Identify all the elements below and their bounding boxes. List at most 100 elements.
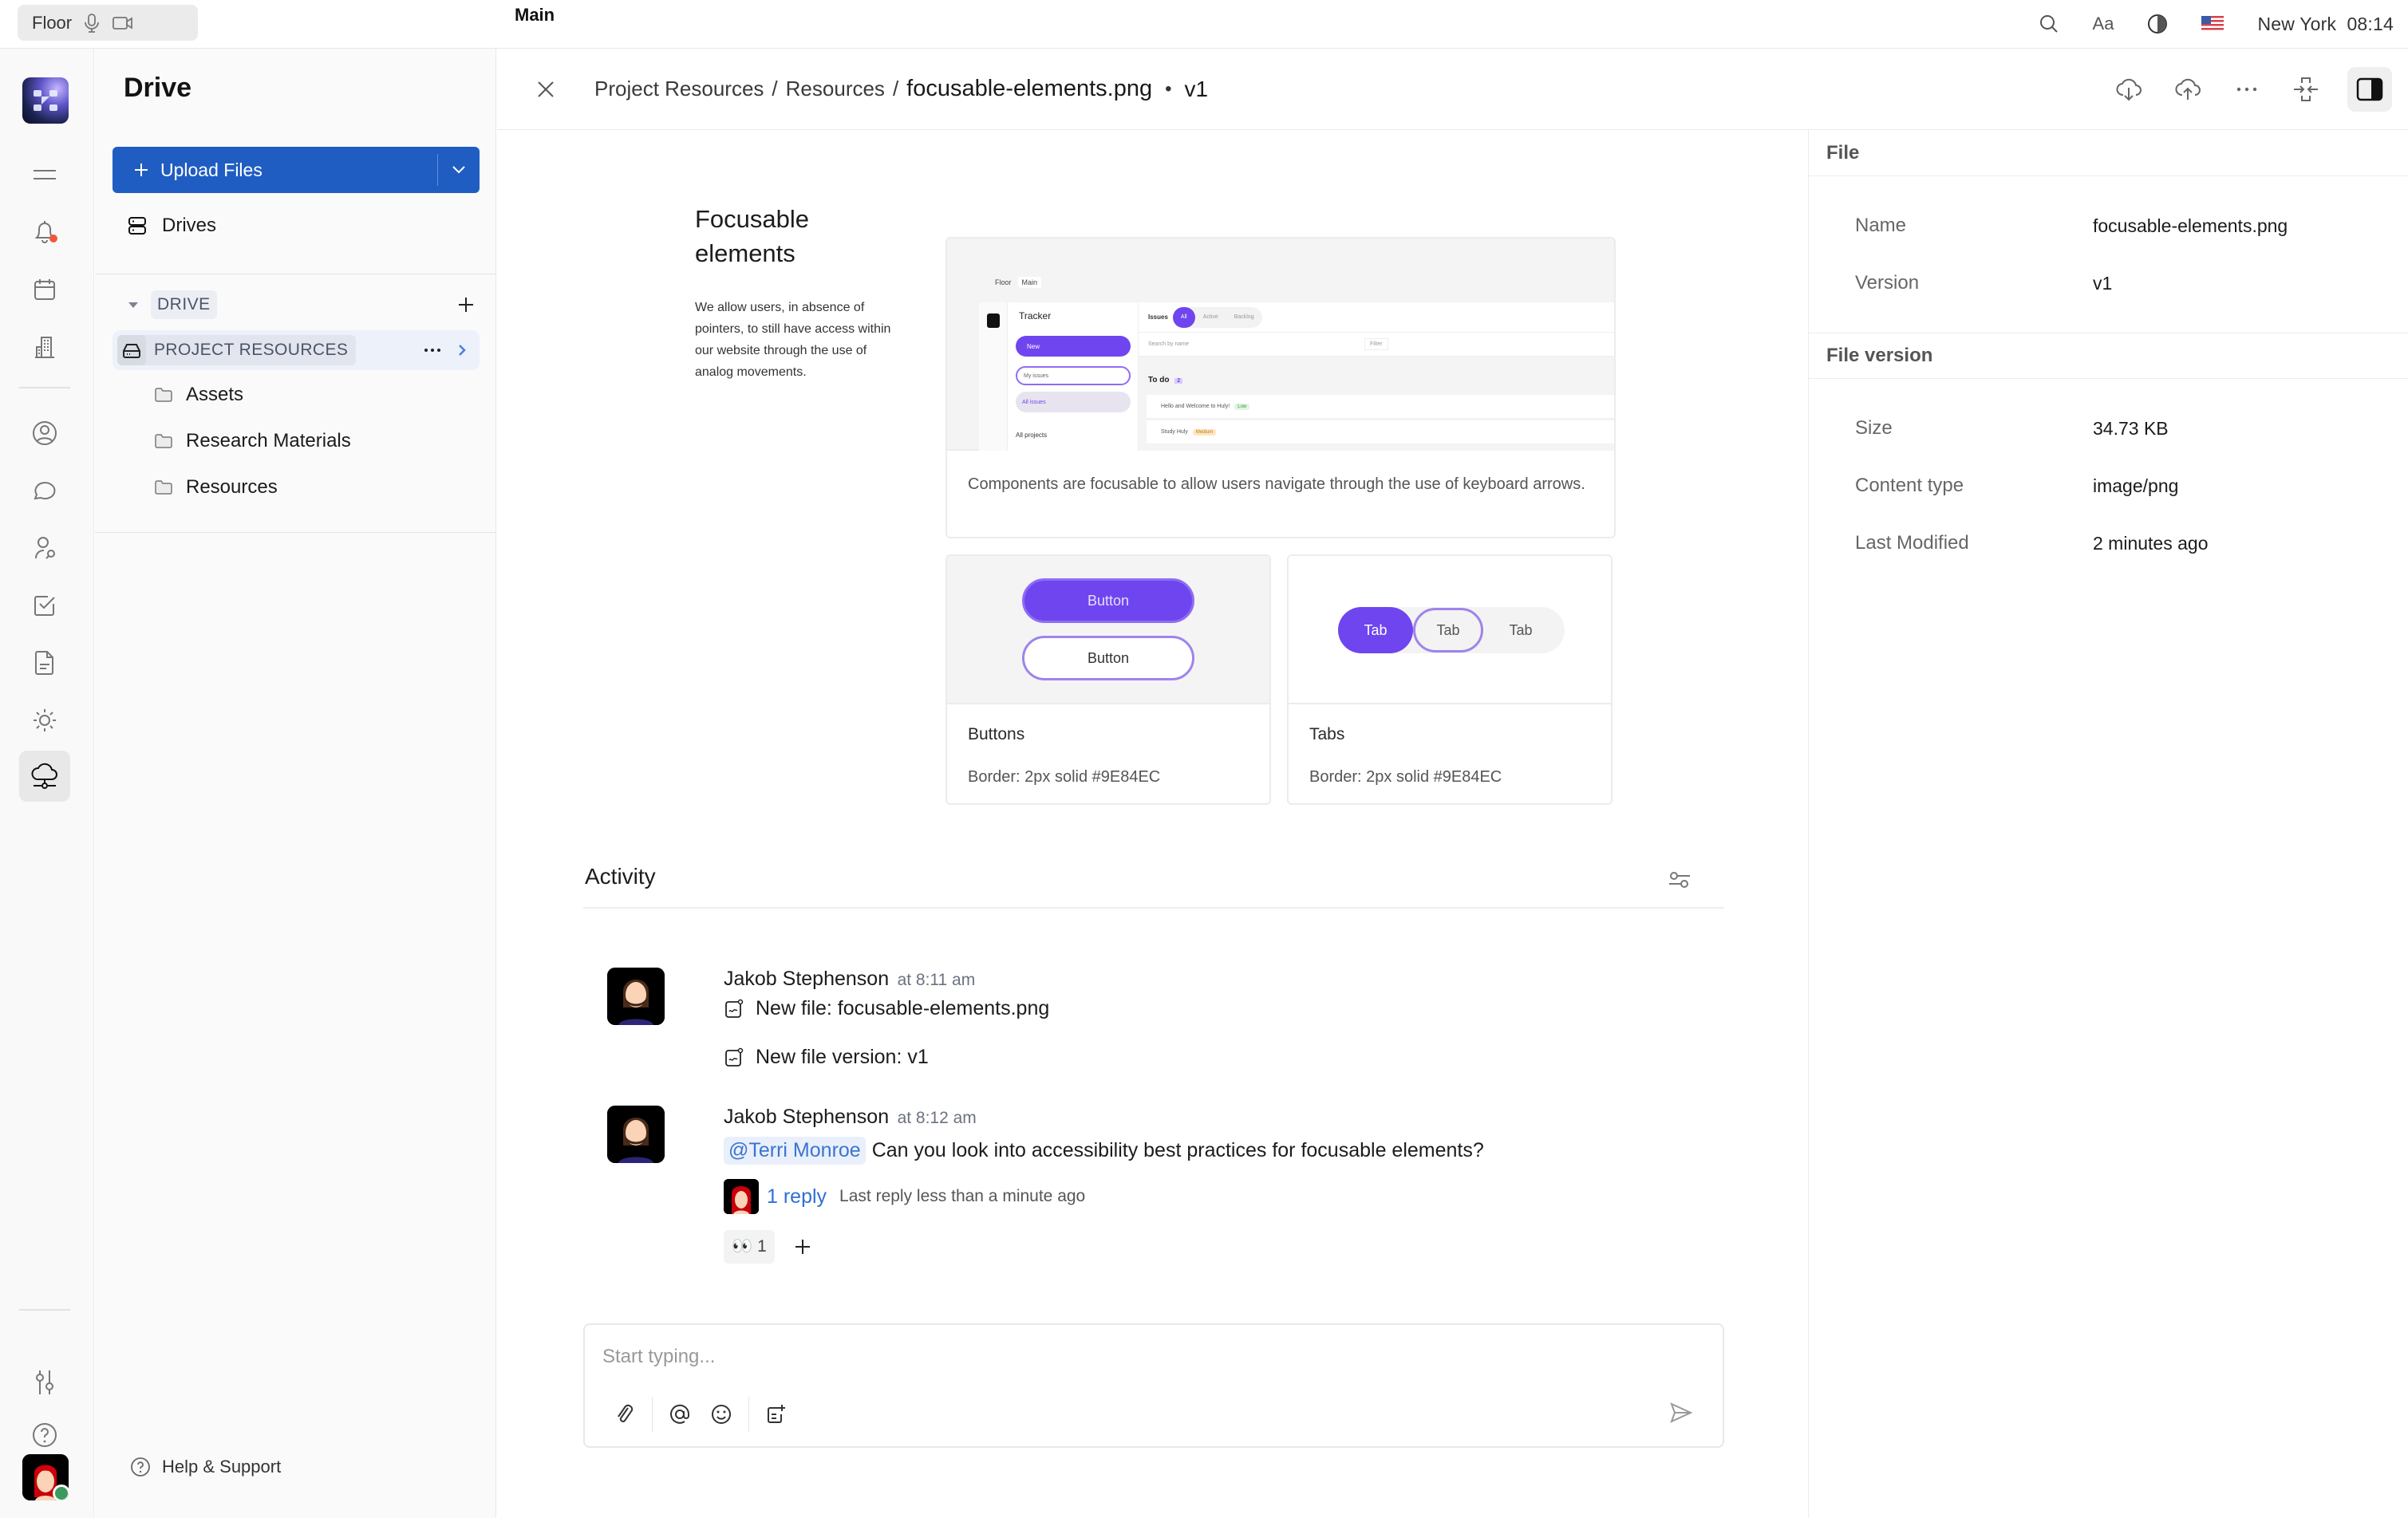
- reaction-count: 1: [757, 1237, 767, 1256]
- buttons-demo: Button Button: [947, 556, 1269, 704]
- breadcrumb-resources[interactable]: Resources: [786, 77, 885, 101]
- message-body: Jakob Stephenson at 8:11 am New file: fo…: [724, 968, 1049, 1069]
- nav-item-drives[interactable]: Drives: [127, 215, 216, 237]
- last-reply-time: Last reply less than a minute ago: [839, 1187, 1086, 1205]
- folder-item[interactable]: Assets: [154, 384, 243, 406]
- rail-settings[interactable]: [19, 1357, 70, 1408]
- message-input[interactable]: [602, 1343, 1640, 1371]
- location-label: New York: [2257, 13, 2337, 34]
- drive-section-label[interactable]: DRIVE: [151, 290, 217, 319]
- download-button[interactable]: [2111, 72, 2146, 107]
- workspace-switcher[interactable]: Floor Main: [18, 5, 2408, 1474]
- file-version-label[interactable]: v1: [1185, 77, 1209, 102]
- send-icon: [1669, 1401, 1693, 1425]
- toolbar-divider: [748, 1397, 749, 1432]
- rail-contacts[interactable]: [19, 408, 70, 459]
- message-text: @Terri Monroe Can you look into accessib…: [724, 1137, 1484, 1165]
- rail-help[interactable]: [19, 1410, 70, 1461]
- event-text: New file: focusable-elements.png: [756, 997, 1050, 1019]
- user-mention[interactable]: @Terri Monroe: [724, 1137, 866, 1165]
- close-button[interactable]: [531, 74, 561, 104]
- file-preview-image[interactable]: Focusable elements We allow users, in ab…: [690, 186, 1807, 816]
- space-project-resources[interactable]: PROJECT RESOURCES: [113, 330, 480, 370]
- rail-documents[interactable]: [19, 637, 70, 688]
- hamburger-icon: [32, 167, 57, 183]
- mini-rail: [979, 302, 1008, 451]
- preview-heading: Focusable elements: [695, 202, 809, 270]
- event-text: New file version: v1: [756, 1046, 929, 1068]
- preview-heading-line2: elements: [695, 239, 795, 267]
- rail-office[interactable]: [19, 321, 70, 373]
- insert-block-button[interactable]: [756, 1397, 797, 1432]
- buttons-card-title: Buttons: [968, 725, 1025, 743]
- sun-icon: [31, 707, 58, 734]
- theme-toggle-icon[interactable]: [2147, 14, 2168, 34]
- rail-calendar[interactable]: [19, 264, 70, 315]
- chevron-right-icon[interactable]: [457, 343, 467, 357]
- emoji-button[interactable]: [701, 1397, 742, 1432]
- at-sign-icon: [669, 1403, 691, 1425]
- mention-button[interactable]: [659, 1397, 701, 1432]
- author-name[interactable]: Jakob Stephenson: [724, 968, 889, 990]
- space-label: PROJECT RESOURCES: [154, 341, 349, 359]
- smiley-icon: [710, 1403, 732, 1425]
- microphone-icon[interactable]: [83, 13, 101, 34]
- rail-drive[interactable]: [19, 751, 70, 802]
- mini-logo: [987, 313, 1000, 328]
- rail-notifications[interactable]: [19, 207, 70, 258]
- mini-issues-label: Issues: [1148, 313, 1168, 321]
- cloud-download-icon: [2114, 75, 2143, 104]
- viewer-header: Project Resources / Resources / focusabl…: [497, 49, 2408, 130]
- app-logo[interactable]: [22, 77, 69, 124]
- reply-count-link[interactable]: 1 reply: [767, 1185, 827, 1208]
- upload-version-button[interactable]: [2170, 72, 2205, 107]
- folder-item[interactable]: Research Materials: [154, 430, 351, 452]
- camera-icon[interactable]: [112, 14, 134, 32]
- drive-navigator: Drive Upload Files Drives DRIVE PROJECT …: [95, 49, 496, 1518]
- rail-tracker[interactable]: [19, 580, 70, 631]
- collapse-width-button[interactable]: [2288, 72, 2323, 107]
- rail-recruiting[interactable]: [19, 522, 70, 574]
- attach-button[interactable]: [604, 1397, 645, 1432]
- activity-filter-button[interactable]: [1664, 864, 1695, 896]
- file-event-icon: [724, 999, 744, 1019]
- mini-app: Tracker New My issues All issues All pro…: [979, 302, 1614, 451]
- calendar-icon: [32, 277, 57, 302]
- upload-files-button: Upload Files: [113, 147, 480, 193]
- send-button[interactable]: [1664, 1395, 1699, 1430]
- mini-issue-row: Hello and Welcome to Huly! Low: [1147, 395, 1614, 419]
- close-icon: [535, 79, 556, 100]
- us-flag-icon[interactable]: [2201, 16, 2224, 32]
- message-meta: Jakob Stephenson at 8:11 am: [724, 968, 1049, 991]
- checkbox-icon: [32, 593, 57, 618]
- breadcrumb-project-resources[interactable]: Project Resources: [594, 77, 764, 101]
- mini-issue-tag: Low: [1234, 403, 1250, 410]
- navigator-divider: [95, 532, 496, 533]
- upload-files-main[interactable]: Upload Files: [113, 147, 437, 193]
- upload-options-dropdown[interactable]: [438, 147, 480, 193]
- detail-value: focusable-elements.png: [2093, 215, 2288, 236]
- compress-icon: [2292, 76, 2319, 103]
- author-avatar[interactable]: [607, 1106, 665, 1163]
- toggle-details-panel-button[interactable]: [2347, 67, 2392, 112]
- more-options-icon[interactable]: [424, 348, 441, 353]
- help-support-link[interactable]: Help & Support: [130, 1457, 281, 1477]
- collapse-caret-icon[interactable]: [127, 300, 140, 310]
- author-name[interactable]: Jakob Stephenson: [724, 1106, 889, 1128]
- online-status-badge: [53, 1484, 69, 1500]
- user-avatar[interactable]: [22, 1454, 69, 1500]
- preview-card-tracker: Floor Main Tracker New My issues All iss…: [945, 237, 1616, 538]
- add-reaction-button[interactable]: [794, 1238, 811, 1256]
- add-drive-button[interactable]: [457, 296, 475, 313]
- chat-bubble-icon: [31, 478, 58, 503]
- rail-menu[interactable]: [19, 149, 70, 200]
- search-icon[interactable]: [2039, 14, 2059, 34]
- more-actions-button[interactable]: [2229, 72, 2264, 107]
- folder-item[interactable]: Resources: [154, 476, 278, 499]
- font-size-button[interactable]: Aa: [2093, 14, 2114, 34]
- rail-tasks[interactable]: [19, 695, 70, 746]
- reaction-eyes[interactable]: 👀 1: [724, 1230, 775, 1264]
- detail-row: Content type image/png: [1809, 457, 2408, 515]
- author-avatar[interactable]: [607, 968, 665, 1025]
- rail-chat[interactable]: [19, 465, 70, 516]
